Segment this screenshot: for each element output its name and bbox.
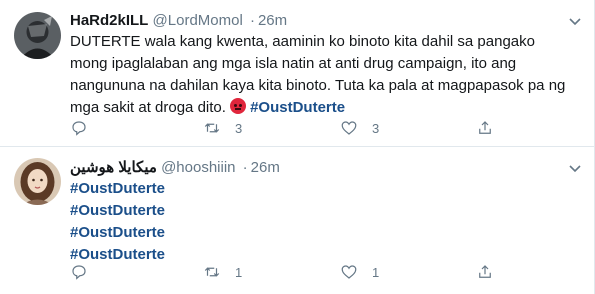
share-button[interactable] bbox=[476, 261, 494, 283]
tweet-actions: 1 1 bbox=[70, 261, 540, 283]
heart-icon bbox=[341, 265, 357, 279]
tweet-divider bbox=[0, 146, 595, 147]
timestamp[interactable]: 26m bbox=[251, 159, 280, 176]
tweet[interactable]: ميكايلا هوشين @hooshiiin · 26m #OustDuter… bbox=[0, 148, 595, 294]
share-icon bbox=[479, 121, 491, 134]
chevron-down-icon[interactable] bbox=[567, 13, 583, 29]
tweet-actions: 3 3 bbox=[70, 117, 540, 139]
tweet-header: ميكايلا هوشين @hooshiiin · 26m bbox=[70, 158, 280, 178]
hashtag-link[interactable]: #OustDuterte bbox=[250, 99, 345, 116]
share-button[interactable] bbox=[476, 117, 494, 139]
avatar[interactable] bbox=[14, 12, 61, 59]
retweet-button[interactable]: 1 bbox=[203, 261, 242, 283]
angry-face-emoji-icon bbox=[230, 98, 247, 114]
avatar[interactable] bbox=[14, 158, 61, 205]
retweet-count: 3 bbox=[235, 120, 243, 136]
hashtag-link[interactable]: #OustDuterte bbox=[70, 178, 575, 200]
separator-dot: · bbox=[242, 159, 248, 176]
reply-button[interactable] bbox=[70, 261, 88, 283]
tweet[interactable]: HaRd2kILL @LordMomol · 26m DUTERTE wala k… bbox=[0, 0, 595, 147]
user-handle[interactable]: @hooshiiin bbox=[161, 159, 235, 176]
like-button[interactable]: 3 bbox=[340, 117, 379, 139]
retweet-count: 1 bbox=[235, 264, 243, 280]
retweet-button[interactable]: 3 bbox=[203, 117, 242, 139]
reply-icon bbox=[72, 265, 86, 280]
display-name[interactable]: HaRd2kILL bbox=[70, 12, 148, 29]
like-button[interactable]: 1 bbox=[340, 261, 379, 283]
heart-icon bbox=[341, 121, 357, 135]
retweet-icon bbox=[204, 123, 220, 133]
reply-button[interactable] bbox=[70, 117, 88, 139]
timestamp[interactable]: 26m bbox=[258, 12, 287, 29]
hashtag-link[interactable]: #OustDuterte bbox=[70, 222, 575, 244]
display-name[interactable]: ميكايلا هوشين bbox=[70, 159, 157, 176]
chevron-down-icon[interactable] bbox=[567, 160, 583, 176]
hashtag-link[interactable]: #OustDuterte bbox=[70, 200, 575, 222]
retweet-icon bbox=[204, 267, 220, 277]
like-count: 1 bbox=[372, 264, 380, 280]
user-handle[interactable]: @LordMomol bbox=[153, 12, 243, 29]
like-count: 3 bbox=[372, 120, 380, 136]
share-icon bbox=[479, 265, 491, 278]
reply-icon bbox=[72, 121, 86, 136]
tweet-text: #OustDuterte #OustDuterte #OustDuterte #… bbox=[70, 178, 575, 266]
separator-dot: · bbox=[249, 12, 255, 29]
tweet-text: DUTERTE wala kang kwenta, aaminin ko bin… bbox=[70, 31, 575, 119]
tweet-header: HaRd2kILL @LordMomol · 26m bbox=[70, 11, 287, 31]
